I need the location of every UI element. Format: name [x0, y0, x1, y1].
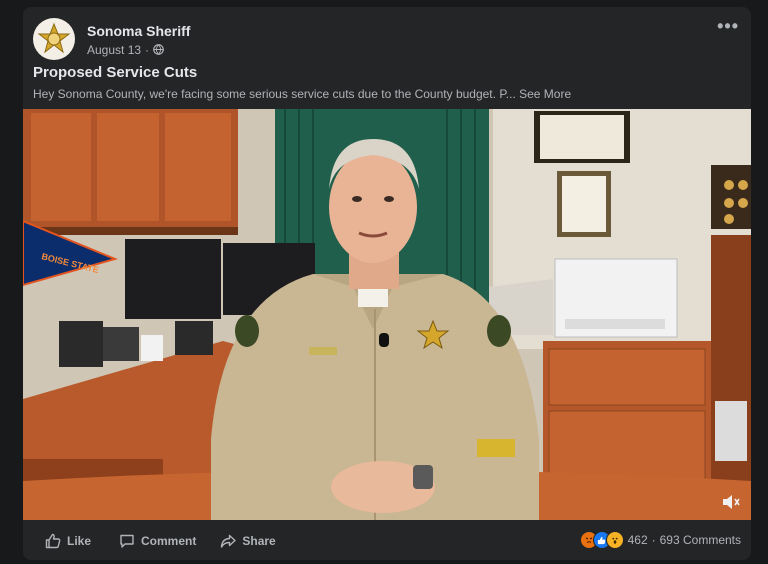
share-button[interactable]: Share	[220, 533, 276, 549]
avatar[interactable]	[33, 18, 75, 60]
comments-count[interactable]: 693 Comments	[660, 533, 741, 547]
comment-icon	[120, 534, 134, 548]
reaction-icons	[579, 531, 624, 549]
post-text: Hey Sonoma County, we're facing some ser…	[33, 87, 571, 101]
volume-muted-icon[interactable]	[721, 494, 741, 510]
page-name[interactable]: Sonoma Sheriff	[87, 22, 190, 40]
like-label: Like	[67, 533, 92, 548]
date-row: August 13 ·	[87, 43, 190, 57]
post-card: Sonoma Sheriff August 13 · ••• Proposed …	[23, 7, 751, 560]
post-date[interactable]: August 13	[87, 43, 141, 57]
comment-button[interactable]: Comment	[119, 533, 196, 549]
post-meta: Sonoma Sheriff August 13 ·	[87, 22, 190, 57]
share-icon	[221, 534, 237, 548]
stats-separator: ·	[651, 533, 656, 547]
more-options-button[interactable]: •••	[717, 17, 739, 35]
reaction-stats[interactable]: 462 · 693 Comments	[579, 531, 741, 549]
wow-reaction-icon	[605, 531, 624, 549]
post-text-content: Hey Sonoma County, we're facing some ser…	[33, 87, 516, 101]
thumbs-up-icon	[45, 533, 61, 548]
video-player[interactable]: BOISE STATE	[23, 109, 751, 520]
sheriff-badge-icon	[37, 22, 71, 54]
separator: ·	[145, 42, 150, 57]
like-button[interactable]: Like	[45, 533, 91, 549]
see-more-link[interactable]: See More	[519, 87, 571, 101]
video-frame: BOISE STATE	[23, 109, 751, 520]
share-label: Share	[242, 533, 276, 548]
comment-label: Comment	[141, 533, 197, 548]
post-title: Proposed Service Cuts	[33, 64, 198, 81]
globe-icon	[153, 44, 164, 55]
post-header: Sonoma Sheriff August 13 ·	[33, 18, 190, 60]
reaction-count[interactable]: 462	[628, 533, 648, 547]
